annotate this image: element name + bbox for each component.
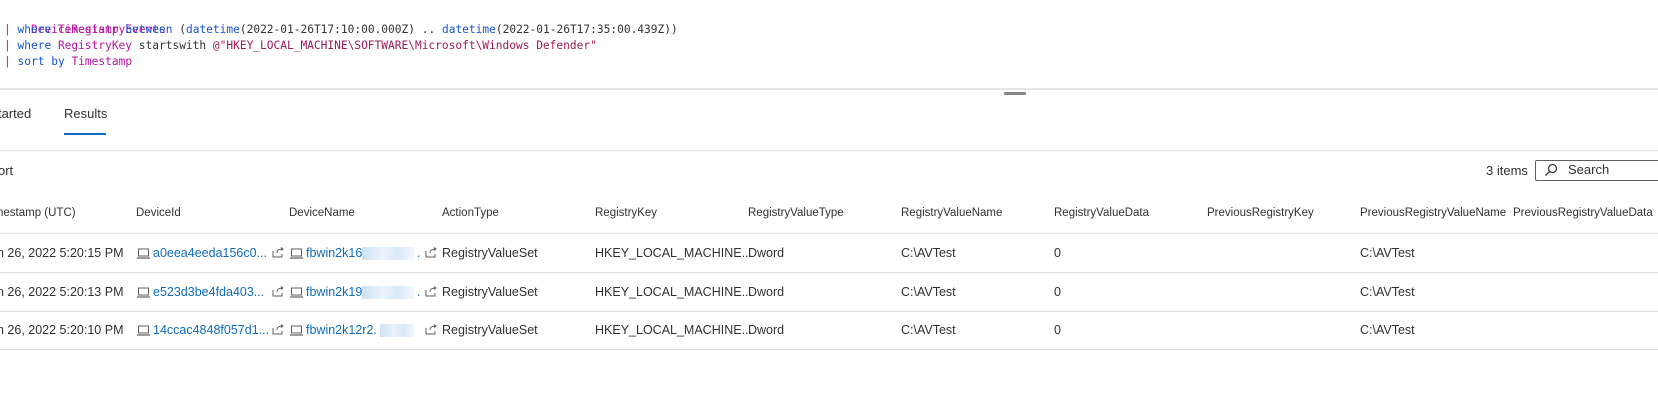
pane-splitter-handle[interactable] [1004, 92, 1026, 95]
cell-timestamp: n 26, 2022 5:20:13 PM [0, 285, 124, 299]
computer-icon [137, 325, 150, 336]
share-icon[interactable] [425, 247, 437, 258]
query-line-4: | sort by Timestamp [4, 54, 132, 70]
query-pipe: | [4, 39, 11, 52]
cell-registry-value-type: Dword [748, 246, 785, 260]
query-argument: (2022-01-26T17:35:00.439Z)) [495, 23, 678, 36]
cell-registry-value-data: 0 [1054, 246, 1061, 260]
cell-registry-key: HKEY_LOCAL_MACHINE... [595, 285, 752, 299]
cell-registry-value-type: Dword [748, 323, 785, 337]
query-field: RegistryKey [57, 39, 133, 52]
column-header-device-name[interactable]: DeviceName [289, 207, 355, 219]
cell-previous-registry-value-name: C:\AVTest [1360, 285, 1415, 299]
column-header-previous-registry-key[interactable]: PreviousRegistryKey [1207, 207, 1314, 219]
row-divider [0, 349, 1658, 350]
device-name-link[interactable]: fbwin2k16. [306, 246, 366, 260]
device-name-tail: . [417, 246, 421, 260]
column-header-registry-key[interactable]: RegistryKey [595, 207, 657, 219]
cell-registry-value-name: C:\AVTest [901, 246, 956, 260]
query-keyword-where: where [17, 39, 52, 52]
cell-action-type: RegistryValueSet [442, 285, 538, 299]
query-line-2: | where Timestamp between (datetime(2022… [4, 22, 678, 38]
query-operator: startswith [138, 39, 207, 52]
device-id-link[interactable]: a0eea4eeda156c0... [153, 246, 267, 260]
column-header-timestamp[interactable]: nestamp (UTC) [0, 207, 76, 219]
cell-registry-value-data: 0 [1054, 323, 1061, 337]
device-name-link[interactable]: fbwin2k19. [306, 285, 366, 299]
export-button[interactable]: ort [0, 163, 13, 178]
device-name-link[interactable]: fbwin2k12r2. [306, 323, 377, 337]
share-icon[interactable] [272, 286, 284, 297]
query-operator: between [125, 23, 173, 36]
query-keyword-where: where [17, 23, 52, 36]
device-id-link[interactable]: e523d3be4fda403... [153, 285, 264, 299]
items-count: 3 items [1486, 163, 1528, 178]
cell-action-type: RegistryValueSet [442, 246, 538, 260]
query-field: Timestamp [57, 23, 119, 36]
query-string: @"HKEY_LOCAL_MACHINE\SOFTWARE\Microsoft\… [212, 39, 597, 52]
cell-registry-key: HKEY_LOCAL_MACHINE... [595, 246, 752, 260]
query-keyword-sort: sort [17, 55, 45, 68]
column-header-registry-value-type[interactable]: RegistryValueType [748, 207, 844, 219]
query-pipe: | [4, 55, 11, 68]
device-name-tail: . [417, 285, 421, 299]
tab-results[interactable]: Results [64, 106, 107, 121]
header-divider [0, 233, 1658, 234]
tabs-divider [0, 150, 1658, 151]
row-divider [0, 311, 1658, 312]
column-header-previous-registry-value-name[interactable]: PreviousRegistryValueName [1360, 207, 1506, 219]
cell-previous-registry-value-name: C:\AVTest [1360, 323, 1415, 337]
query-keyword-by: by [51, 55, 65, 68]
share-icon[interactable] [425, 324, 437, 335]
cell-registry-key: HKEY_LOCAL_MACHINE... [595, 323, 752, 337]
search-icon [1545, 163, 1558, 176]
column-header-registry-value-data[interactable]: RegistryValueData [1054, 207, 1149, 219]
query-editor[interactable]: DeviceRegistryEvents | where Timestamp b… [0, 0, 1658, 88]
query-pipe: | [4, 23, 11, 36]
computer-icon [137, 287, 150, 298]
share-icon[interactable] [425, 286, 437, 297]
cell-timestamp: n 26, 2022 5:20:15 PM [0, 246, 124, 260]
computer-icon [290, 325, 303, 336]
tab-active-indicator [64, 133, 106, 135]
column-header-device-id[interactable]: DeviceId [136, 207, 181, 219]
cell-previous-registry-value-name: C:\AVTest [1360, 246, 1415, 260]
redacted-text [380, 324, 414, 337]
cell-registry-value-name: C:\AVTest [901, 323, 956, 337]
editor-border [0, 88, 1658, 90]
cell-timestamp: n 26, 2022 5:20:10 PM [0, 323, 124, 337]
tab-get-started[interactable]: tarted [0, 106, 31, 121]
query-function: datetime [441, 23, 496, 36]
query-line-3: | where RegistryKey startswith @"HKEY_LO… [4, 38, 597, 54]
computer-icon [290, 248, 303, 259]
redacted-text [362, 247, 414, 260]
query-field: Timestamp [71, 55, 133, 68]
cell-registry-value-name: C:\AVTest [901, 285, 956, 299]
query-line-1: DeviceRegistryEvents [4, 6, 166, 36]
column-header-action-type[interactable]: ActionType [442, 207, 499, 219]
computer-icon [137, 248, 150, 259]
row-divider [0, 272, 1658, 273]
column-header-registry-value-name[interactable]: RegistryValueName [901, 207, 1002, 219]
query-function: datetime [185, 23, 240, 36]
device-id-link[interactable]: 14ccac4848f057d1... [153, 323, 269, 337]
cell-registry-value-data: 0 [1054, 285, 1061, 299]
search-placeholder: Search [1568, 162, 1610, 177]
query-range: .. [421, 23, 436, 36]
cell-action-type: RegistryValueSet [442, 323, 538, 337]
cell-registry-value-type: Dword [748, 285, 785, 299]
column-header-previous-registry-value-data[interactable]: PreviousRegistryValueData [1513, 207, 1653, 219]
share-icon[interactable] [272, 247, 284, 258]
share-icon[interactable] [272, 324, 284, 335]
computer-icon [290, 287, 303, 298]
query-argument: (2022-01-26T17:10:00.000Z) [239, 23, 415, 36]
redacted-text [362, 286, 414, 299]
query-paren: ( [179, 23, 186, 36]
search-input[interactable]: Search [1535, 160, 1658, 181]
